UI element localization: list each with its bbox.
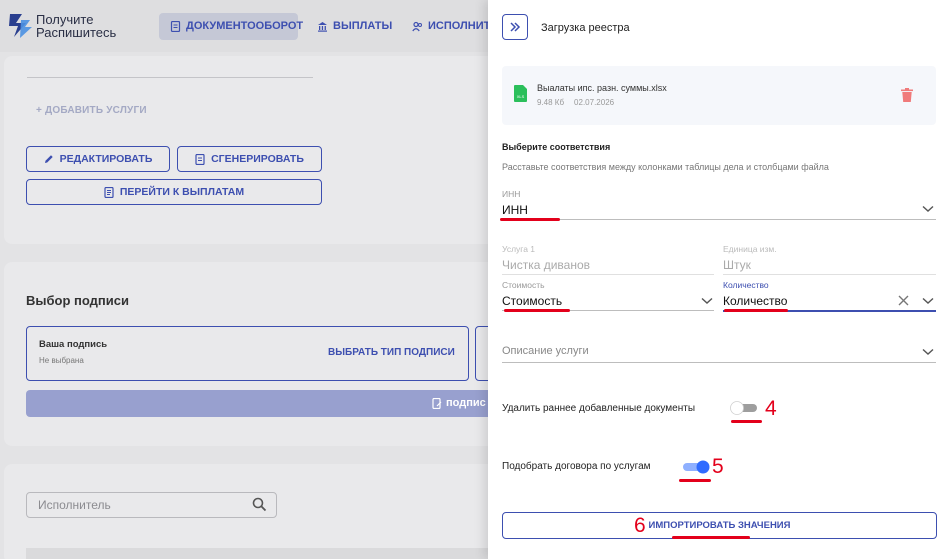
clear-icon[interactable] [898,295,909,306]
signature-option-title: Ваша подпись [39,339,108,350]
edit-button-label: РЕДАКТИРОВАТЬ [59,153,153,165]
chevron-down-icon[interactable] [922,205,934,213]
quantity-field-value[interactable]: Количество [723,294,787,308]
annotation-underline-toggle-match [679,479,711,482]
cost-field-label: Стоимость [502,280,545,290]
nav-tab-contractors[interactable]: ИСПОЛНИТЕ [412,20,498,32]
signature-section-title: Выбор подписи [26,293,129,308]
service-field-value: Чистка диванов [502,258,591,272]
bank-icon [318,21,327,32]
users-icon [412,21,422,31]
chevron-down-icon[interactable] [922,297,934,305]
document-sign-icon [432,397,442,409]
signature-option-status: Не выбрана [39,356,84,365]
double-chevron-right-icon [510,22,521,32]
panel-title: Загрузка реестра [541,22,630,34]
cost-field-value[interactable]: Стоимость [502,294,562,308]
collapse-panel-button[interactable] [502,14,528,40]
annotation-underline-inn [500,218,560,221]
nav-tab-documents[interactable]: ДОКУМЕНТООБОРОТ [170,20,303,32]
goto-payments-button[interactable]: ПЕРЕЙТИ К ВЫПЛАТАМ [26,179,322,205]
goto-payments-label: ПЕРЕЙТИ К ВЫПЛАТАМ [119,186,245,198]
annotation-number-4: 4 [765,397,777,420]
inn-field-value[interactable]: ИНН [502,203,528,217]
annotation-underline-quantity [724,309,788,312]
annotation-underline-toggle-delete [731,420,762,423]
uploaded-file-card [502,66,936,125]
divider [27,77,313,78]
delete-documents-toggle[interactable] [730,401,758,415]
unit-field-value: Штук [723,258,751,272]
add-service-link[interactable]: + ДОБАВИТЬ УСЛУГИ [36,105,147,116]
document-icon [195,153,205,165]
import-values-label: ИМПОРТИРОВАТЬ ЗНАЧЕНИЯ [648,520,791,531]
logo-icon [9,14,32,38]
search-icon[interactable] [252,497,267,512]
chevron-down-icon[interactable] [701,297,713,305]
match-heading: Выберите соответствия [502,142,611,152]
document-icon [170,20,181,32]
annotation-underline-import [672,536,750,539]
edit-button[interactable]: РЕДАКТИРОВАТЬ [26,146,170,172]
sign-button-label: подпис [446,397,486,409]
quantity-field-label: Количество [723,280,769,290]
logo-text: Получите Распишитесь [36,12,117,40]
table-header-strip [26,548,504,559]
receipt-icon [104,186,114,198]
delete-documents-label: Удалить раннее добавленные документы [502,403,696,414]
description-field-value[interactable]: Описание услуги [502,345,589,357]
service-field-label: Услуга 1 [502,244,536,254]
match-contracts-toggle[interactable] [682,460,710,474]
annotation-underline-cost [504,309,570,312]
match-subheading: Расставьте соответствия между колонками … [502,162,829,172]
file-meta: 9.48 Кб 02.07.2026 [537,98,614,107]
match-contracts-label: Подобрать договора по услугам [502,461,651,472]
chevron-down-icon[interactable] [922,348,934,356]
xls-file-icon: XLS [514,85,527,102]
nav-tab-payments[interactable]: ВЫПЛАТЫ [317,20,392,32]
generate-button[interactable]: СГЕНЕРИРОВАТЬ [177,146,322,172]
search-placeholder: Исполнитель [38,498,111,512]
unit-field-label: Единица изм. [723,244,777,254]
inn-field-underline [502,219,936,220]
description-field-underline [502,362,936,363]
choose-signature-type-link[interactable]: ВЫБРАТЬ ТИП ПОДПИСИ [328,347,455,358]
file-date: 02.07.2026 [574,98,615,107]
nav-tab-label: ВЫПЛАТЫ [333,20,393,32]
svg-text:XLS: XLS [517,94,525,99]
service-field-underline [502,274,714,275]
generate-button-label: СГЕНЕРИРОВАТЬ [211,153,304,165]
file-size: 9.48 Кб [537,98,565,107]
import-values-button[interactable]: ИМПОРТИРОВАТЬ ЗНАЧЕНИЯ [502,512,937,539]
pencil-icon [44,155,53,163]
trash-icon[interactable] [901,88,913,102]
file-name: Выалаты ипс. разн. суммы.xlsx [537,83,667,93]
annotation-number-5: 5 [712,455,724,478]
inn-field-label: ИНН [502,189,521,199]
sign-button-text: подпис [432,397,486,409]
annotation-number-6: 6 [634,514,646,537]
nav-tab-label: ДОКУМЕНТООБОРОТ [186,20,304,32]
unit-field-underline [723,274,936,275]
